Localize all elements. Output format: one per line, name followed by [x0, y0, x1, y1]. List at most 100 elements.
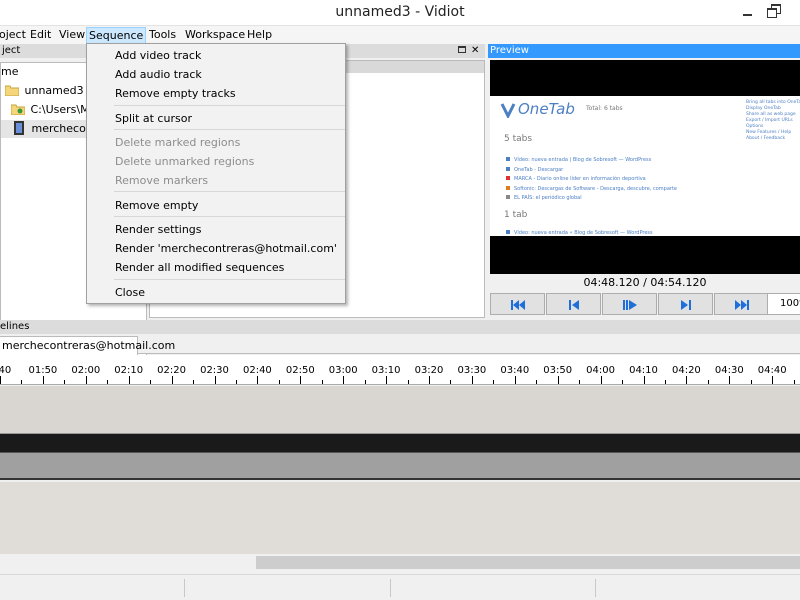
minimize-icon[interactable]: [740, 6, 754, 20]
preview-panel-header: Preview: [488, 44, 800, 58]
ruler-tick-label: 03:10: [371, 365, 401, 376]
onetab-brand: OneTab: [518, 100, 575, 118]
onetab-link-row[interactable]: Vídeo: nueva entrada | Blog de Sobresoft…: [506, 157, 651, 163]
preview-timecode: 04:48.120 / 04:54.120: [490, 274, 800, 292]
onetab-link-row[interactable]: Vídeo: nueva entrada « Blog de Sobresoft…: [506, 230, 653, 236]
onetab-link-row[interactable]: Softonic: Descargas de Software - Descar…: [506, 185, 677, 192]
ruler-tick-label: 01:50: [28, 365, 58, 376]
menu-item-remove-empty[interactable]: Remove empty: [115, 197, 198, 215]
menu-item-render-settings[interactable]: Render settings: [115, 221, 202, 239]
next-frame-button[interactable]: [658, 293, 713, 315]
timeline-ruler[interactable]: 1:40 01:50 02:00 02:10 02:20 02:30 02:40 02:50 0…: [0, 355, 800, 385]
preview-panel: Preview OneTab Total: 6 tabs 5 tabs Víde…: [488, 44, 800, 320]
onetab-link-label: Softonic: Descargas de Software - Descar…: [514, 185, 677, 192]
timelines-tab-bar: merchecontreras@hotmail.com: [0, 334, 800, 355]
ruler-minor-tick: [450, 380, 452, 384]
status-separator: [184, 579, 185, 597]
onetab-link-label: Vídeo: nueva entrada « Blog de Sobresoft…: [514, 230, 653, 236]
preview-video[interactable]: OneTab Total: 6 tabs 5 tabs Vídeo: nueva…: [490, 60, 800, 274]
go-to-end-button[interactable]: [714, 293, 769, 315]
ruler-tick-label: 03:50: [543, 365, 573, 376]
column-name-label: me: [1, 65, 19, 78]
onetab-side-link[interactable]: Export / Import URLs: [746, 118, 793, 123]
preview-frame-content: OneTab Total: 6 tabs 5 tabs Vídeo: nueva…: [490, 96, 800, 236]
menu-workspace[interactable]: Workspace: [183, 27, 247, 44]
ruler-tick-label: 02:10: [114, 365, 144, 376]
menu-edit[interactable]: Edit: [28, 27, 53, 44]
menu-item-remove-empty-tracks[interactable]: Remove empty tracks: [115, 85, 236, 103]
ruler-minor-tick: [235, 380, 237, 384]
track-divider[interactable]: [0, 434, 800, 452]
onetab-link-row[interactable]: EL PAÍS: el periódico global: [506, 195, 582, 201]
onetab-side-link[interactable]: New Features / Help: [746, 130, 791, 135]
timeline-empty-area[interactable]: [0, 482, 800, 554]
restore-icon[interactable]: [767, 4, 781, 18]
step-forward-icon: [681, 300, 691, 310]
menu-item-render-all-modified-sequences[interactable]: Render all modified sequences: [115, 259, 284, 277]
onetab-link-label: EL PAÍS: el periódico global: [514, 195, 582, 201]
ruler-minor-tick: [664, 380, 666, 384]
menu-tools[interactable]: Tools: [147, 27, 178, 44]
onetab-link-row[interactable]: OneTab - Descargar: [506, 166, 563, 173]
play-pause-button[interactable]: [602, 293, 657, 315]
ruler-minor-tick: [193, 380, 195, 384]
onetab-link-label: Vídeo: nueva entrada | Blog de Sobresoft…: [514, 157, 652, 163]
previous-frame-button[interactable]: [546, 293, 601, 315]
close-panel-icon[interactable]: ✕: [471, 44, 479, 58]
onetab-total: Total: 6 tabs: [586, 105, 623, 112]
video-track[interactable]: [0, 386, 800, 434]
onetab-link-row[interactable]: MARCA - Diario online líder en informaci…: [506, 176, 646, 182]
timelines-panel-title: elines: [0, 321, 30, 332]
menu-help[interactable]: Help: [245, 27, 274, 44]
skip-to-start-icon: [511, 300, 525, 310]
zoom-select[interactable]: 100%: [767, 293, 800, 315]
ruler-major-tick: [729, 376, 731, 384]
ruler-major-tick: [171, 376, 173, 384]
site-favicon-icon: [506, 185, 510, 190]
ruler-minor-tick: [579, 380, 581, 384]
sequence-film-icon: [14, 121, 24, 135]
ruler-tick-label: 03:20: [414, 365, 444, 376]
ruler-tick-label: 04:10: [629, 365, 658, 376]
onetab-side-link[interactable]: Share all as web page: [746, 112, 796, 117]
float-panel-icon[interactable]: [458, 46, 466, 53]
ruler-minor-tick: [107, 380, 109, 384]
ruler-major-tick: [429, 376, 430, 384]
playback-controls: 100%: [488, 293, 800, 315]
site-favicon-icon: [506, 166, 510, 171]
menu-oject[interactable]: oject: [0, 27, 28, 44]
ruler-minor-tick: [150, 380, 152, 384]
timeline-horizontal-scrollbar[interactable]: [0, 554, 800, 571]
onetab-side-link[interactable]: Bring all tabs into OneTab: [746, 100, 800, 105]
ruler-major-tick: [643, 376, 645, 384]
menu-separator: [114, 105, 345, 106]
audio-track[interactable]: [0, 452, 800, 480]
status-bar: [0, 574, 800, 600]
menu-item-render-merchecontreras-hotmail-com[interactable]: Render 'merchecontreras@hotmail.com': [115, 240, 337, 258]
menu-item-split-at-cursor[interactable]: Split at cursor: [115, 110, 192, 128]
onetab-link-label: MARCA - Diario online líder en informaci…: [514, 176, 646, 182]
ruler-minor-tick: [321, 380, 323, 384]
ruler-major-tick: [85, 376, 87, 384]
tab-sequence[interactable]: merchecontreras@hotmail.com: [0, 336, 175, 355]
go-to-start-button[interactable]: [490, 293, 545, 315]
onetab-side-link[interactable]: About / Feedback: [746, 136, 785, 141]
ruler-major-tick: [300, 376, 302, 384]
ruler-tick-label: 04:30: [714, 365, 744, 376]
menu-separator: [114, 129, 345, 130]
onetab-side-link[interactable]: Display OneTab: [746, 106, 781, 111]
ruler-minor-tick: [793, 380, 795, 384]
ruler-tick-label: 02:30: [200, 365, 229, 376]
menu-item-close[interactable]: Close: [115, 284, 145, 302]
ruler-minor-tick: [750, 380, 752, 384]
menu-sequence[interactable]: Sequence: [86, 27, 147, 44]
menu-item-add-audio-track[interactable]: Add audio track: [115, 66, 202, 84]
onetab-group2-count: 1 tab: [504, 210, 528, 220]
menu-view[interactable]: View: [57, 27, 87, 44]
ruler-tick-label: 1:40: [0, 365, 12, 376]
ruler-tick-label: 04:00: [586, 365, 616, 376]
site-favicon-icon: [506, 230, 510, 234]
onetab-side-link[interactable]: Options: [746, 124, 763, 129]
menu-item-add-video-track[interactable]: Add video track: [115, 47, 201, 65]
scrollbar-thumb[interactable]: [256, 556, 800, 569]
